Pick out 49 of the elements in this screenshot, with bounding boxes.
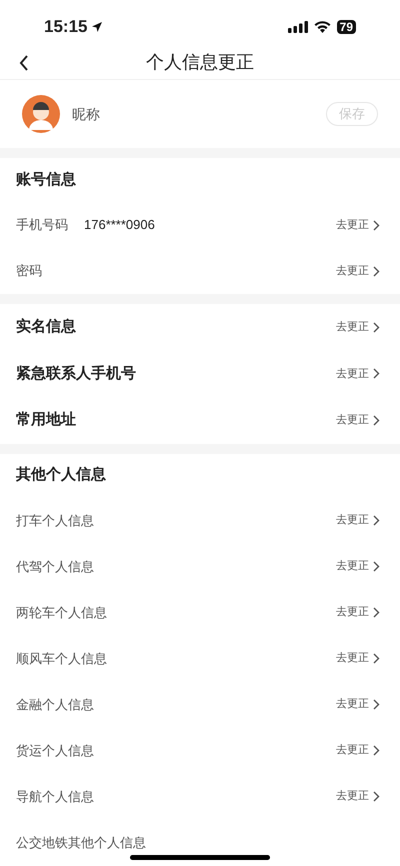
chevron-right-icon xyxy=(373,561,380,572)
correct-link[interactable]: 去更正 xyxy=(336,412,384,428)
phone-number: 176****0906 xyxy=(84,216,155,234)
chevron-right-icon xyxy=(373,607,380,618)
row-label: 手机号码 xyxy=(16,216,68,234)
row-label: 货运个人信息 xyxy=(16,742,94,760)
correct-link[interactable]: 去更正 xyxy=(336,558,384,575)
chevron-right-icon xyxy=(373,368,380,380)
correct-link[interactable]: 去更正 xyxy=(336,650,384,667)
chevron-right-icon xyxy=(373,653,380,664)
chevron-right-icon xyxy=(373,322,380,333)
status-time: 15:15 xyxy=(44,16,88,38)
correct-link[interactable]: 去更正 xyxy=(336,742,384,759)
row-label: 代驾个人信息 xyxy=(16,558,94,576)
wifi-icon xyxy=(314,21,331,33)
row-label: 公交地铁其他个人信息 xyxy=(16,834,146,852)
battery-indicator: 79 xyxy=(336,20,356,34)
section-title: 其他个人信息 xyxy=(16,465,106,486)
correct-link[interactable]: 去更正 xyxy=(336,216,384,234)
row-label: 两轮车个人信息 xyxy=(16,604,107,622)
chevron-right-icon xyxy=(373,220,380,230)
row-label: 金融个人信息 xyxy=(16,696,94,714)
chevron-right-icon xyxy=(373,745,380,756)
avatar-icon xyxy=(22,95,60,133)
correct-link[interactable]: 去更正 xyxy=(336,788,384,805)
chevron-right-icon xyxy=(373,791,380,802)
row-label: 打车个人信息 xyxy=(16,512,94,530)
section-title: 账号信息 xyxy=(16,170,76,190)
row-label: 顺风车个人信息 xyxy=(16,650,107,668)
correct-link[interactable]: 去更正 xyxy=(336,696,384,713)
correct-link[interactable]: 去更正 xyxy=(336,512,384,529)
correct-link[interactable]: 去更正 xyxy=(336,262,384,280)
chevron-right-icon xyxy=(373,699,380,710)
chevron-right-icon xyxy=(373,266,380,276)
chevron-right-icon xyxy=(373,414,380,426)
row-label: 紧急联系人手机号 xyxy=(16,364,136,384)
back-icon[interactable] xyxy=(19,54,29,70)
row-label: 实名信息 xyxy=(16,317,76,337)
correct-link[interactable]: 去更正 xyxy=(336,366,384,382)
signal-icon xyxy=(288,21,308,33)
correct-link[interactable]: 去更正 xyxy=(336,319,384,336)
page-title: 个人信息更正 xyxy=(146,51,254,74)
row-label: 导航个人信息 xyxy=(16,788,94,806)
nickname-label: 昵称 xyxy=(72,104,101,124)
chevron-right-icon xyxy=(373,515,380,526)
row-label: 密码 xyxy=(16,262,42,280)
row-label: 常用地址 xyxy=(16,410,76,430)
location-arrow-icon xyxy=(91,21,104,33)
correct-link[interactable]: 去更正 xyxy=(336,604,384,621)
